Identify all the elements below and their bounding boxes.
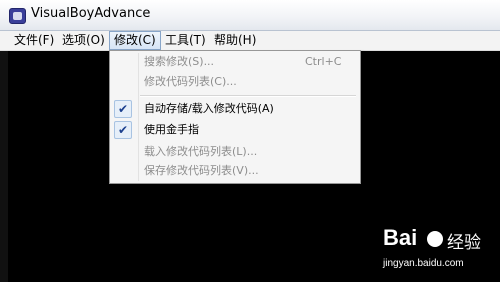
menu-options[interactable]: 选项(O)	[58, 31, 109, 50]
menu-item-cheat-list[interactable]: 修改代码列表(C)...	[112, 72, 358, 92]
watermark-logo: Bai	[383, 225, 418, 250]
modify-dropdown-menu: 搜索修改(S)... Ctrl+C 修改代码列表(C)... ✔ 自动存储/载入…	[109, 50, 361, 184]
menu-item-label: 使用金手指	[144, 123, 199, 136]
check-icon: ✔	[114, 121, 132, 139]
watermark-url: jingyan.baidu.com	[383, 258, 464, 269]
check-icon: ✔	[114, 100, 132, 118]
menu-item-save-cheat-list[interactable]: 保存修改代码列表(V)...	[112, 161, 358, 181]
app-icon[interactable]	[9, 8, 26, 24]
menu-item-auto-save-load-cheats[interactable]: ✔ 自动存储/载入修改代码(A)	[112, 99, 358, 119]
menu-item-label: 载入修改代码列表(L)...	[144, 145, 258, 158]
menu-item-label: 保存修改代码列表(V)...	[144, 164, 259, 177]
window-title: VisualBoyAdvance	[31, 6, 151, 21]
menu-separator	[140, 95, 356, 97]
menu-item-shortcut: Ctrl+C	[305, 55, 342, 68]
watermark-brand: 经验	[447, 233, 481, 253]
menu-item-load-cheat-list[interactable]: 载入修改代码列表(L)...	[112, 142, 358, 162]
menu-item-label: 搜索修改(S)...	[144, 55, 215, 68]
menu-modify[interactable]: 修改(C)	[109, 31, 161, 50]
title-bar[interactable]: VisualBoyAdvance	[0, 0, 500, 31]
menu-tools[interactable]: 工具(T)	[161, 31, 210, 50]
menu-help[interactable]: 帮助(H)	[210, 31, 260, 50]
menu-item-search-cheat[interactable]: 搜索修改(S)... Ctrl+C	[112, 52, 358, 72]
menu-item-label: 修改代码列表(C)...	[144, 75, 237, 88]
app-window: VisualBoyAdvance 文件(F) 选项(O) 修改(C) 工具(T)…	[0, 0, 500, 282]
menu-item-use-gameshark[interactable]: ✔ 使用金手指	[112, 120, 358, 140]
baidu-jingyan-watermark: Bai 经验 jingyan.baidu.com	[383, 225, 495, 277]
paw-icon	[427, 231, 443, 247]
menu-file[interactable]: 文件(F)	[10, 31, 58, 50]
menu-item-label: 自动存储/载入修改代码(A)	[144, 102, 274, 115]
menu-bar: 文件(F) 选项(O) 修改(C) 工具(T) 帮助(H)	[0, 31, 500, 51]
